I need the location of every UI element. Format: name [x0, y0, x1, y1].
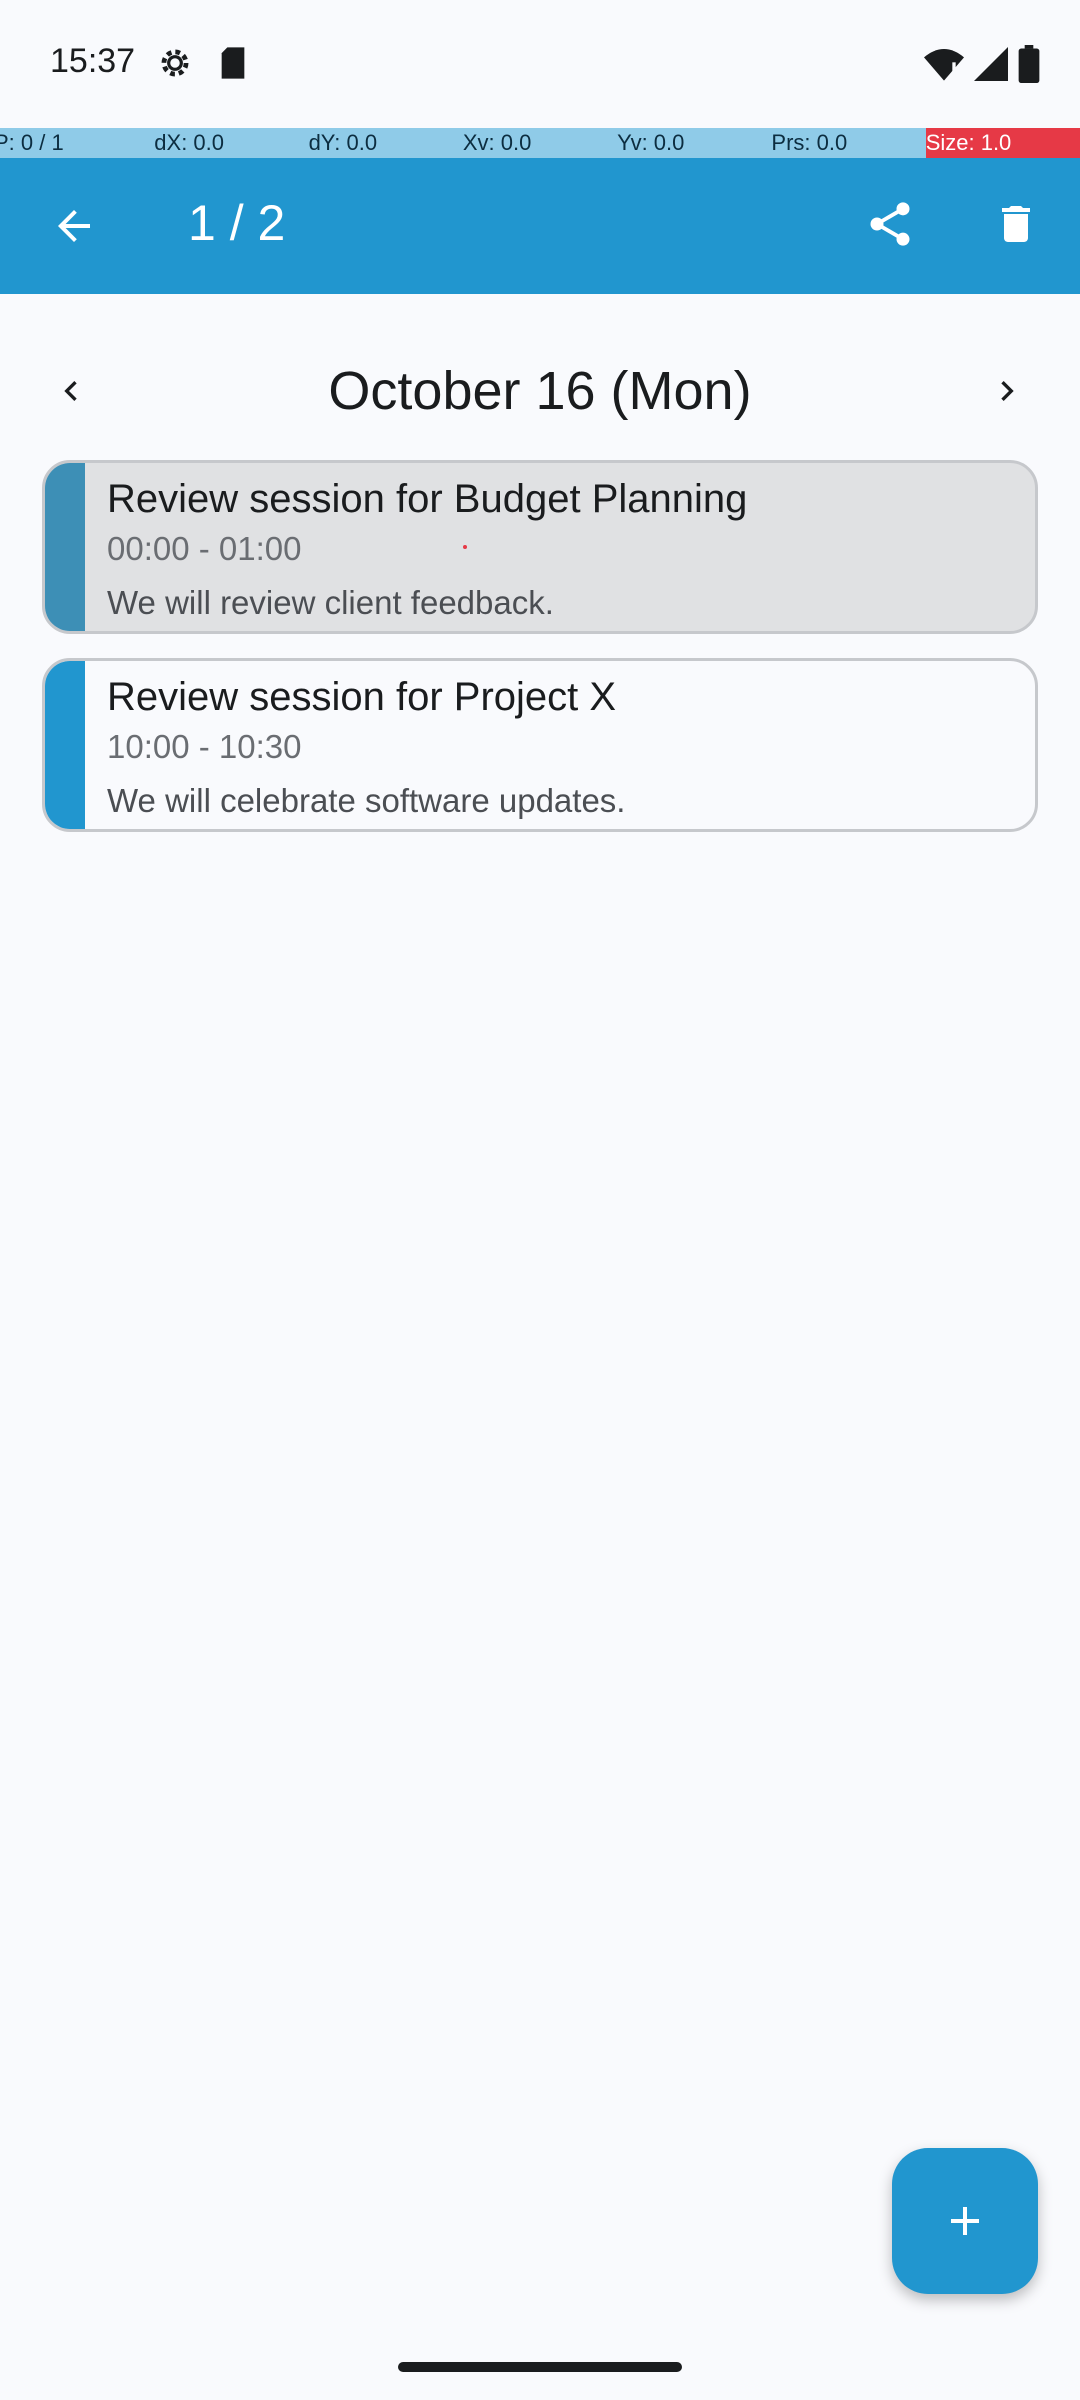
battery-icon	[1018, 45, 1040, 83]
event-card[interactable]: Review session for Project X 10:00 - 10:…	[42, 658, 1038, 832]
wifi-alert-icon	[924, 49, 964, 81]
status-time: 15:37	[50, 42, 136, 80]
event-time: 10:00 - 10:30	[107, 728, 302, 765]
date-title[interactable]: October 16 (Mon)	[140, 356, 940, 426]
event-card[interactable]: Review session for Budget Planning 00:00…	[42, 460, 1038, 634]
trash-icon	[1002, 206, 1030, 242]
back-button[interactable]	[36, 188, 112, 264]
pointer-dy: dY: 0.0	[308, 128, 463, 158]
status-icons	[924, 44, 1040, 84]
previous-day-button[interactable]	[36, 356, 106, 426]
next-day-button[interactable]	[972, 356, 1042, 426]
event-color-stripe	[45, 661, 85, 829]
pointer-size: Size: 1.0	[925, 128, 1080, 158]
settings-gear-icon	[161, 49, 189, 77]
plus-icon	[951, 2207, 979, 2235]
share-icon	[870, 202, 910, 246]
pointer-pressure: Prs: 0.0	[771, 128, 926, 158]
gesture-navigation-bar[interactable]	[398, 2362, 682, 2372]
event-title: Review session for Project X	[107, 675, 617, 719]
status-bar: 15:37	[0, 0, 1080, 128]
touch-indicator	[463, 545, 467, 549]
cell-signal-icon	[974, 47, 1008, 81]
event-time: 00:00 - 01:00	[107, 530, 302, 567]
page-title: 1 / 2	[188, 195, 286, 251]
sd-card-icon	[221, 47, 245, 79]
event-description: We will review client feedback.	[107, 584, 554, 621]
date-navigation: October 16 (Mon)	[0, 340, 1080, 440]
event-description: We will celebrate software updates.	[107, 782, 626, 819]
delete-button[interactable]	[978, 186, 1054, 262]
chevron-left-icon	[64, 381, 77, 401]
add-event-button[interactable]	[892, 2148, 1038, 2294]
pointer-yv: Yv: 0.0	[617, 128, 772, 158]
share-button[interactable]	[852, 186, 928, 262]
event-color-stripe	[45, 463, 85, 631]
pointer-count: P: 0 / 1	[0, 128, 155, 158]
pointer-xv: Xv: 0.0	[462, 128, 618, 158]
pointer-location-overlay: P: 0 / 1 dX: 0.0 dY: 0.0 Xv: 0.0 Yv: 0.0…	[0, 128, 1080, 158]
top-app-bar: 1 / 2	[0, 158, 1080, 294]
event-title: Review session for Budget Planning	[107, 477, 748, 521]
arrow-back-icon	[58, 210, 90, 242]
pointer-dx: dX: 0.0	[154, 128, 309, 158]
chevron-right-icon	[1001, 381, 1014, 401]
